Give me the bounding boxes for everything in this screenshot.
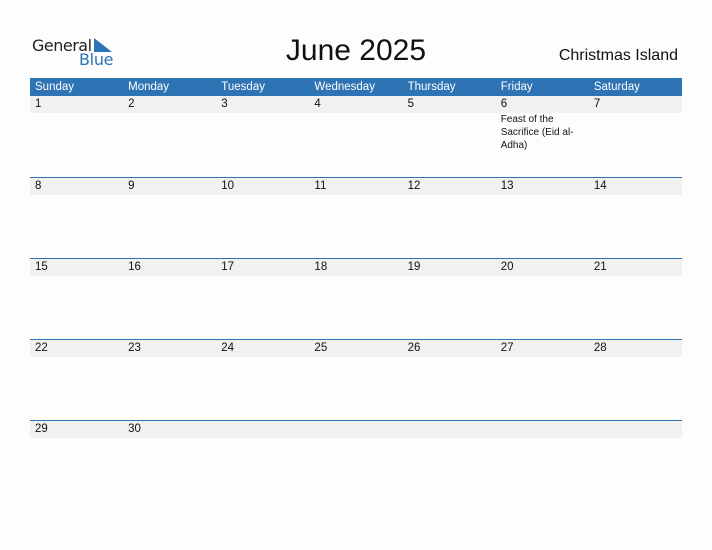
week-row: 1 2 3 4 5 6 Feast of the Sacrifice (Eid al-Adh… [30, 96, 682, 177]
day-cell[interactable]: 12 [403, 178, 496, 195]
day-cell [496, 421, 589, 438]
day-cell[interactable]: 10 [216, 178, 309, 195]
calendar-grid: Sunday Monday Tuesday Wednesday Thursday Frid… [30, 78, 682, 438]
day-cell[interactable]: 25 [309, 340, 402, 357]
day-cell[interactable]: 29 [30, 421, 123, 438]
day-cell [216, 421, 309, 438]
week-row: 15 16 17 18 19 20 21 [30, 258, 682, 339]
day-number: 15 [35, 261, 48, 273]
week-row: 22 23 24 25 26 27 28 [30, 339, 682, 420]
day-number: 12 [407, 180, 421, 192]
day-number: 4 [314, 98, 321, 110]
day-cell[interactable]: 17 [216, 259, 309, 276]
day-number: 18 [314, 261, 328, 273]
weekday-thursday: Thursday [407, 81, 456, 93]
day-cell[interactable]: 27 [496, 340, 589, 357]
day-number: 9 [128, 180, 135, 192]
day-cell[interactable]: 5 [403, 96, 496, 152]
weekday-sunday: Sunday [35, 81, 75, 93]
weekday-monday: Monday [128, 81, 170, 93]
day-cell[interactable]: 23 [123, 340, 216, 357]
month-year-label: June 2025 [285, 34, 427, 67]
day-cell[interactable]: 2 [123, 96, 216, 152]
day-number: 5 [407, 98, 414, 110]
day-number: 7 [593, 98, 601, 110]
day-number: 22 [35, 342, 48, 354]
day-number: 21 [593, 261, 607, 273]
weekday-saturday: Saturday [593, 81, 640, 93]
day-cell [403, 421, 496, 438]
day-number: 19 [407, 261, 421, 273]
week-row: 29 30 [30, 420, 682, 438]
day-number: 17 [221, 261, 235, 273]
day-cell[interactable]: 11 [309, 178, 402, 195]
day-cell[interactable]: 1 [30, 96, 123, 152]
day-cell [309, 421, 402, 438]
day-cell[interactable]: 9 [123, 178, 216, 195]
day-number: 13 [500, 180, 514, 192]
weekday-tuesday: Tuesday [221, 81, 265, 93]
weekday-friday: Friday [500, 81, 533, 93]
day-number: 11 [314, 180, 327, 192]
day-number: 27 [500, 342, 514, 354]
day-number: 23 [128, 342, 141, 354]
day-number: 24 [221, 342, 235, 354]
holiday-event: Feast of the Sacrifice (Eid al-Adha) [500, 114, 574, 151]
day-number: 30 [128, 423, 141, 435]
week-row: 8 9 10 11 12 13 14 [30, 177, 682, 258]
day-number: 16 [128, 261, 141, 273]
day-number: 29 [35, 423, 48, 435]
day-cell[interactable]: 13 [496, 178, 589, 195]
day-cell[interactable]: 7 [589, 96, 682, 152]
day-cell[interactable]: 8 [30, 178, 123, 195]
day-number: 14 [593, 180, 607, 192]
day-cell[interactable]: 15 [30, 259, 123, 276]
day-cell[interactable]: 14 [589, 178, 682, 195]
day-cell[interactable]: 20 [496, 259, 589, 276]
day-number: 2 [128, 98, 135, 110]
day-cell[interactable]: 28 [589, 340, 682, 357]
region-label: Christmas Island [558, 47, 678, 64]
day-cell[interactable]: 26 [403, 340, 496, 357]
day-cell[interactable]: 3 [216, 96, 309, 152]
day-cell[interactable]: 4 [309, 96, 402, 152]
weekday-wednesday: Wednesday [314, 81, 375, 93]
day-cell[interactable]: 6 Feast of the Sacrifice (Eid al-Adha) [496, 96, 589, 152]
day-number: 28 [593, 342, 607, 354]
day-number: 6 [500, 98, 508, 110]
day-number: 20 [500, 261, 514, 273]
day-cell[interactable]: 22 [30, 340, 123, 357]
day-cell [589, 421, 682, 438]
day-cell[interactable]: 24 [216, 340, 309, 357]
day-cell[interactable]: 21 [589, 259, 682, 276]
day-number: 25 [314, 342, 328, 354]
day-number: 26 [407, 342, 421, 354]
day-cell[interactable]: 16 [123, 259, 216, 276]
day-cell[interactable]: 30 [123, 421, 216, 438]
day-number: 3 [221, 98, 228, 110]
weekday-header: Sunday Monday Tuesday Wednesday Thursday Frid… [30, 78, 682, 96]
day-cell[interactable]: 18 [309, 259, 402, 276]
day-number: 8 [35, 180, 42, 192]
day-number: 1 [35, 98, 42, 110]
day-cell[interactable]: 19 [403, 259, 496, 276]
day-number: 10 [221, 180, 235, 192]
